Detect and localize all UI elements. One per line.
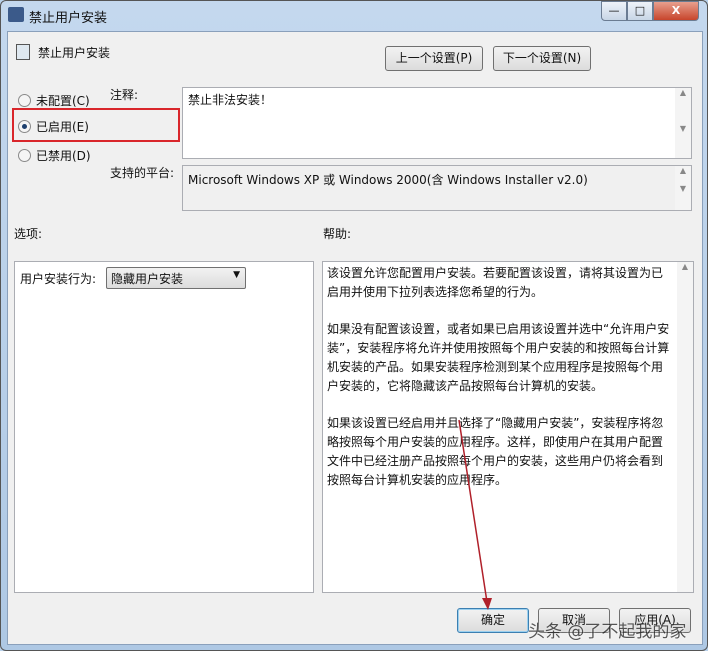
arrow-head-icon [482,598,492,610]
annotation-arrow [458,419,492,610]
arrow-line [458,419,488,603]
